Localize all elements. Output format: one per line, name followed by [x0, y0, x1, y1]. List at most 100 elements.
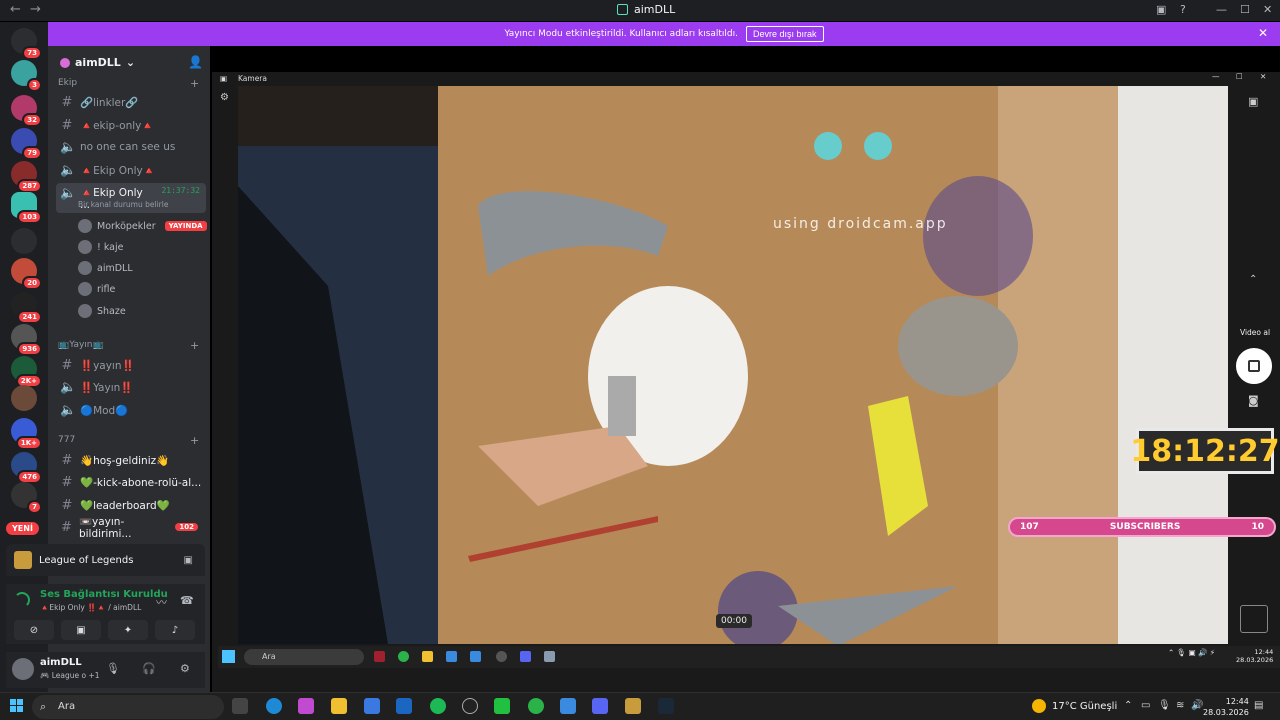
server-icon[interactable]: 476 — [11, 452, 42, 484]
server-icon[interactable]: 7 — [11, 482, 42, 514]
app-icon[interactable] — [494, 698, 510, 714]
close-window-button[interactable]: ✕ — [1260, 72, 1266, 81]
edge-icon[interactable] — [266, 698, 282, 714]
add-channel-icon[interactable]: + — [190, 339, 199, 352]
voice-user[interactable]: aimDLL — [78, 258, 133, 278]
server-icon[interactable]: 20 — [11, 258, 42, 290]
league-icon[interactable] — [625, 698, 641, 714]
channel-kick[interactable]: # 💚-kick-abone-rolü-al... — [56, 472, 206, 492]
channel-ekip-only-active[interactable]: 🔈 🔺Ekip Only ... 21:37:32 Bir kanal durumu … — [56, 183, 206, 213]
disconnect-icon[interactable]: ☎ — [180, 594, 194, 607]
voice-user[interactable]: ! kaje — [78, 237, 123, 257]
voice-status[interactable]: Ses Bağlantısı Kuruldu — [40, 589, 168, 600]
channel-ekip-only-voice[interactable]: 🔈 🔺Ekip Only🔺 — [56, 160, 206, 180]
file-explorer-icon[interactable] — [331, 698, 347, 714]
channel-status[interactable]: Bir kanal durumu belirle — [78, 200, 168, 209]
channel-leaderboard[interactable]: # 💚leaderboard💚 — [56, 495, 206, 515]
copilot-icon[interactable] — [298, 698, 314, 714]
spotify-icon[interactable] — [430, 698, 446, 714]
inbox-icon[interactable]: ▣ — [1156, 3, 1166, 16]
direct-messages-icon[interactable]: 73 — [11, 28, 42, 60]
category-777[interactable]: 777 — [58, 435, 75, 445]
add-channel-icon[interactable]: + — [190, 77, 199, 90]
close-icon[interactable]: ✕ — [1258, 26, 1268, 40]
chevron-up-icon[interactable]: ⌃ — [1124, 700, 1132, 711]
noise-suppression-icon[interactable]: 〰 — [156, 594, 167, 610]
close-window-button[interactable]: ✕ — [1263, 3, 1272, 16]
taskbar-clock[interactable]: 12:44 28.03.2026 — [1203, 696, 1249, 718]
chrome-icon[interactable] — [528, 698, 544, 714]
fullscreen-button[interactable] — [1240, 605, 1268, 633]
gear-icon[interactable]: ⚙ — [220, 92, 229, 103]
guild-header[interactable]: aimDLL ⌄ — [60, 56, 135, 69]
store-icon[interactable] — [364, 698, 380, 714]
avatar[interactable] — [12, 658, 34, 680]
server-icon[interactable] — [11, 385, 37, 411]
steam-icon[interactable] — [658, 698, 674, 714]
weather-widget[interactable]: 17°C Güneşli — [1032, 699, 1117, 713]
screen-share-button[interactable]: ▣ — [61, 620, 101, 640]
maximize-button[interactable]: ☐ — [1236, 72, 1243, 81]
server-icon[interactable]: 287 — [11, 161, 42, 193]
camera-off-button[interactable]: ⊘ — [14, 620, 54, 640]
maximize-button[interactable]: ☐ — [1240, 3, 1250, 16]
channel-linkler[interactable]: # 🔗linkler🔗 — [56, 92, 206, 112]
notification-icon[interactable]: ▤ — [1254, 700, 1263, 711]
invite-icon[interactable]: 👤 — [188, 55, 203, 69]
microphone-icon[interactable]: 🎙 — [106, 662, 120, 675]
minimize-button[interactable]: — — [1212, 72, 1220, 81]
voice-user[interactable]: Morköpekler YAYINDA — [78, 216, 207, 236]
server-icon[interactable]: 936 — [11, 324, 42, 356]
server-icon[interactable]: 1K+ — [11, 418, 42, 450]
headphones-icon[interactable]: 🎧 — [142, 662, 156, 675]
channel-yayin-bildirimi[interactable]: # 📼yayın-bildirimi... 102 — [56, 516, 206, 540]
channel-yayin[interactable]: # ‼️yayın‼️ — [56, 355, 206, 375]
mail-icon[interactable] — [396, 698, 412, 714]
camera-icon[interactable]: ◙ — [1248, 394, 1259, 407]
channel-ekip-only[interactable]: # 🔺ekip-only🔺 — [56, 115, 206, 135]
server-icon[interactable]: 241 — [11, 292, 42, 324]
disable-streamer-mode-button[interactable]: Devre dışı bırak — [746, 26, 824, 42]
channel-mod[interactable]: 🔈 🔵Mod🔵 — [56, 400, 206, 420]
server-icon[interactable]: 103 — [11, 192, 42, 224]
add-channel-icon[interactable]: + — [190, 434, 199, 447]
volume-icon[interactable]: 🔊 — [1191, 700, 1203, 711]
server-icon[interactable]: 32 — [11, 95, 42, 127]
voice-user[interactable]: rifle — [78, 279, 115, 299]
discord-icon[interactable] — [592, 698, 608, 714]
start-button[interactable] — [10, 699, 23, 712]
soundboard-button[interactable]: ♪ — [155, 620, 195, 640]
camera-header: ▣ Kamera — ☐ ✕ — [212, 72, 1280, 86]
app-icon[interactable] — [462, 698, 478, 714]
activity-panel[interactable]: League of Legends ▣ — [6, 544, 205, 576]
hash-icon: # — [61, 117, 73, 133]
server-icon[interactable]: 79 — [11, 128, 42, 160]
record-video-button[interactable] — [1236, 348, 1272, 384]
screen-share-icon[interactable]: ▣ — [184, 555, 193, 566]
sun-icon — [1032, 699, 1046, 713]
voice-user[interactable]: Shaze — [78, 301, 126, 321]
channel-hos-geldiniz[interactable]: # 👋hoş-geldiniz👋 — [56, 450, 206, 470]
activities-button[interactable]: ✦ — [108, 620, 148, 640]
gear-icon[interactable]: ⚙ — [180, 662, 190, 675]
forward-button[interactable]: → — [30, 2, 41, 17]
channel-no-one[interactable]: 🔈 no one can see us — [56, 137, 206, 157]
category-ekip[interactable]: Ekip — [58, 78, 77, 88]
category-yayin[interactable]: 📺Yayın📺 — [58, 340, 104, 350]
server-icon[interactable]: 2K+ — [11, 356, 42, 388]
folder-icon[interactable] — [11, 228, 37, 254]
taskbar-search[interactable]: ⌕ Ara — [32, 695, 224, 719]
new-badge[interactable]: YENİ — [6, 522, 39, 535]
snapshot-icon[interactable]: ▣ — [1248, 95, 1258, 108]
channel-yayin-voice[interactable]: 🔈 ‼️Yayın‼️ — [56, 377, 206, 397]
back-button[interactable]: ← — [10, 2, 21, 17]
network-icon[interactable]: ▭ — [1141, 700, 1150, 711]
chevron-up-icon[interactable]: ⌃ — [1249, 274, 1257, 285]
help-icon[interactable]: ? — [1180, 3, 1186, 16]
task-view-icon[interactable] — [232, 698, 248, 714]
server-icon[interactable]: 3 — [11, 60, 42, 92]
microphone-icon[interactable]: 🎙 — [1158, 700, 1171, 711]
minimize-button[interactable]: — — [1216, 3, 1227, 16]
app-icon[interactable] — [560, 698, 576, 714]
wifi-icon[interactable]: ≋ — [1176, 700, 1184, 711]
